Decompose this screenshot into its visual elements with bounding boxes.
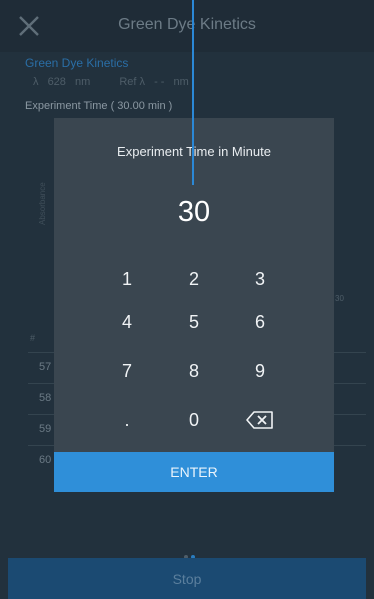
pointer-line: [192, 0, 194, 185]
lambda-value: 628: [47, 76, 66, 88]
experiment-time-label: Experiment Time ( 30.00 min ): [25, 100, 173, 112]
top-bar: Green Dye Kinetics: [0, 0, 374, 52]
key-3[interactable]: 3: [225, 261, 295, 297]
lambda-unit: nm: [74, 76, 91, 88]
key-5[interactable]: 5: [159, 304, 229, 340]
method-title: Green Dye Kinetics: [25, 56, 129, 70]
enter-button[interactable]: ENTER: [54, 452, 334, 492]
ref-lambda-label: Ref λ: [119, 76, 146, 88]
row-number: 58: [39, 392, 52, 404]
table-header-number: #: [30, 333, 36, 343]
number-input-dialog: Experiment Time in Minute 30 1 2 3 4 5 6…: [54, 118, 334, 492]
key-9[interactable]: 9: [225, 353, 295, 389]
key-0[interactable]: 0: [159, 402, 229, 438]
stop-button[interactable]: Stop: [8, 558, 366, 599]
stop-label: Stop: [172, 571, 202, 587]
key-8[interactable]: 8: [159, 353, 229, 389]
key-2[interactable]: 2: [159, 261, 229, 297]
lambda-symbol: λ: [33, 76, 39, 88]
backspace-icon[interactable]: [225, 402, 295, 438]
key-4[interactable]: 4: [92, 304, 162, 340]
key-7[interactable]: 7: [92, 353, 162, 389]
ref-lambda-value: - -: [154, 76, 165, 88]
chart-x-tick: 30: [335, 294, 344, 303]
key-1[interactable]: 1: [92, 261, 162, 297]
chart-y-label: Absorbance: [38, 182, 47, 225]
dialog-title: Experiment Time in Minute: [117, 144, 271, 159]
app-title: Green Dye Kinetics: [118, 16, 256, 33]
key-6[interactable]: 6: [225, 304, 295, 340]
value-display: 30: [177, 196, 211, 228]
row-number: 57: [39, 361, 52, 373]
row-number: 60: [39, 454, 52, 466]
ref-lambda-unit: nm: [173, 76, 189, 88]
row-number: 59: [39, 423, 52, 435]
wavelength-line: λ 628 nm Ref λ - - nm: [33, 76, 195, 88]
key-decimal[interactable]: .: [92, 402, 162, 438]
